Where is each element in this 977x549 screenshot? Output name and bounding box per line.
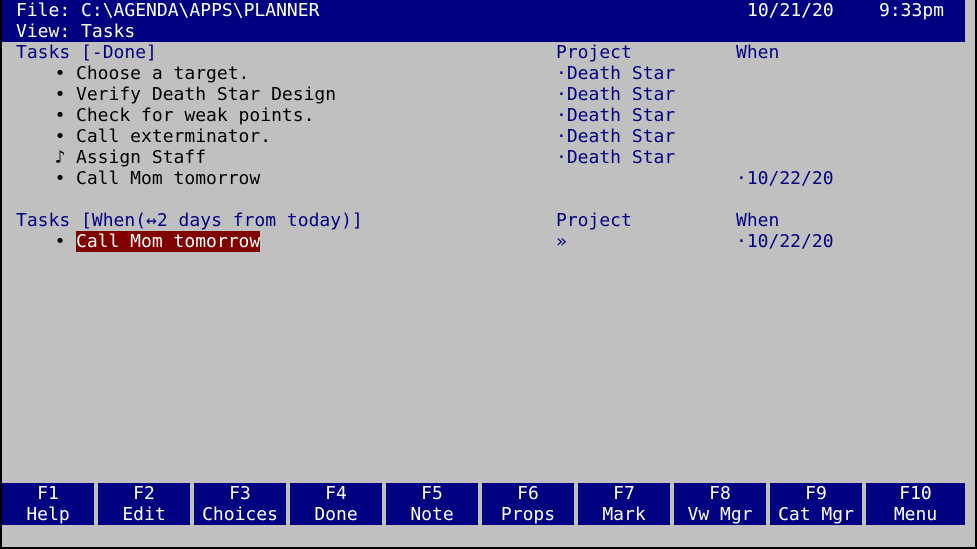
task-text[interactable]: Call exterminator.: [76, 126, 271, 147]
f6-props-button[interactable]: F6 Props: [482, 483, 574, 525]
fkey-number: F3: [229, 483, 251, 504]
task-project[interactable]: ·Death Star: [556, 126, 675, 147]
task-text[interactable]: Check for weak points.: [76, 105, 314, 126]
task-project[interactable]: ·Death Star: [556, 105, 675, 126]
f9-category-manager-button[interactable]: F9 Cat Mgr: [770, 483, 862, 525]
title-bar: File: C:\AGENDA\APPS\PLANNER 10/21/20 9:…: [2, 0, 965, 42]
agenda-screen: File: C:\AGENDA\APPS\PLANNER 10/21/20 9:…: [2, 0, 977, 547]
f8-view-manager-button[interactable]: F8 Vw Mgr: [674, 483, 766, 525]
bullet-icon: •: [54, 84, 66, 105]
f1-help-button[interactable]: F1 Help: [2, 483, 94, 525]
when-column-header[interactable]: When: [736, 42, 779, 63]
fkey-number: F1: [37, 483, 59, 504]
section-title-when[interactable]: Tasks [When(↔2 days from today)]: [16, 210, 363, 231]
fkey-label: Help: [26, 504, 70, 525]
bullet-icon: •: [54, 168, 66, 189]
fkey-label: Done: [314, 504, 358, 525]
task-when[interactable]: ·10/22/20: [736, 168, 834, 189]
task-text-selected[interactable]: Call Mom tomorrow: [76, 231, 261, 252]
bullet-icon: •: [54, 231, 66, 252]
fkey-number: F10: [899, 483, 932, 504]
fkey-label: Vw Mgr: [687, 504, 753, 525]
fkey-label: Edit: [122, 504, 166, 525]
project-column-header[interactable]: Project: [556, 42, 632, 63]
fkey-number: F2: [133, 483, 155, 504]
fkey-label: Note: [410, 504, 454, 525]
fkey-label: Cat Mgr: [778, 504, 854, 525]
current-date: 10/21/20: [747, 0, 834, 21]
task-project[interactable]: ·Death Star: [556, 147, 675, 168]
bullet-icon: •: [54, 126, 66, 147]
fkey-label: Menu: [893, 504, 938, 525]
note-icon: ♪: [54, 147, 66, 168]
fkey-number: F6: [517, 483, 539, 504]
fkey-number: F7: [613, 483, 635, 504]
fkey-label: Props: [500, 504, 556, 525]
task-text[interactable]: Assign Staff: [76, 147, 206, 168]
project-column-header[interactable]: Project: [556, 210, 632, 231]
fkey-label: Choices: [202, 504, 278, 525]
task-project[interactable]: ·Death Star: [556, 84, 675, 105]
current-time: 9:33pm: [879, 0, 945, 21]
f4-done-button[interactable]: F4 Done: [290, 483, 382, 525]
fkey-number: F8: [709, 483, 731, 504]
bullet-icon: •: [54, 63, 66, 84]
file-path: File: C:\AGENDA\APPS\PLANNER: [16, 0, 320, 21]
task-project[interactable]: ·Death Star: [556, 63, 675, 84]
function-key-bar: F1 Help F2 Edit F3 Choices F4 Done F5 No…: [2, 483, 965, 525]
fkey-number: F5: [421, 483, 443, 504]
f2-edit-button[interactable]: F2 Edit: [98, 483, 190, 525]
status-strip: [2, 525, 975, 547]
fkey-label: Mark: [602, 504, 646, 525]
when-column-header[interactable]: When: [736, 210, 779, 231]
task-text[interactable]: Call Mom tomorrow: [76, 168, 260, 189]
task-text[interactable]: Verify Death Star Design: [76, 84, 336, 105]
f5-note-button[interactable]: F5 Note: [386, 483, 478, 525]
bullet-icon: •: [54, 105, 66, 126]
fkey-number: F9: [805, 483, 827, 504]
section-title-done[interactable]: Tasks [-Done]: [16, 42, 157, 63]
task-text[interactable]: Choose a target.: [76, 63, 249, 84]
view-name: View: Tasks: [16, 21, 136, 42]
task-project[interactable]: »: [556, 231, 567, 252]
f3-choices-button[interactable]: F3 Choices: [194, 483, 286, 525]
fkey-number: F4: [325, 483, 347, 504]
f10-menu-button[interactable]: F10 Menu: [866, 483, 965, 525]
task-when[interactable]: ·10/22/20: [736, 231, 834, 252]
f7-mark-button[interactable]: F7 Mark: [578, 483, 670, 525]
